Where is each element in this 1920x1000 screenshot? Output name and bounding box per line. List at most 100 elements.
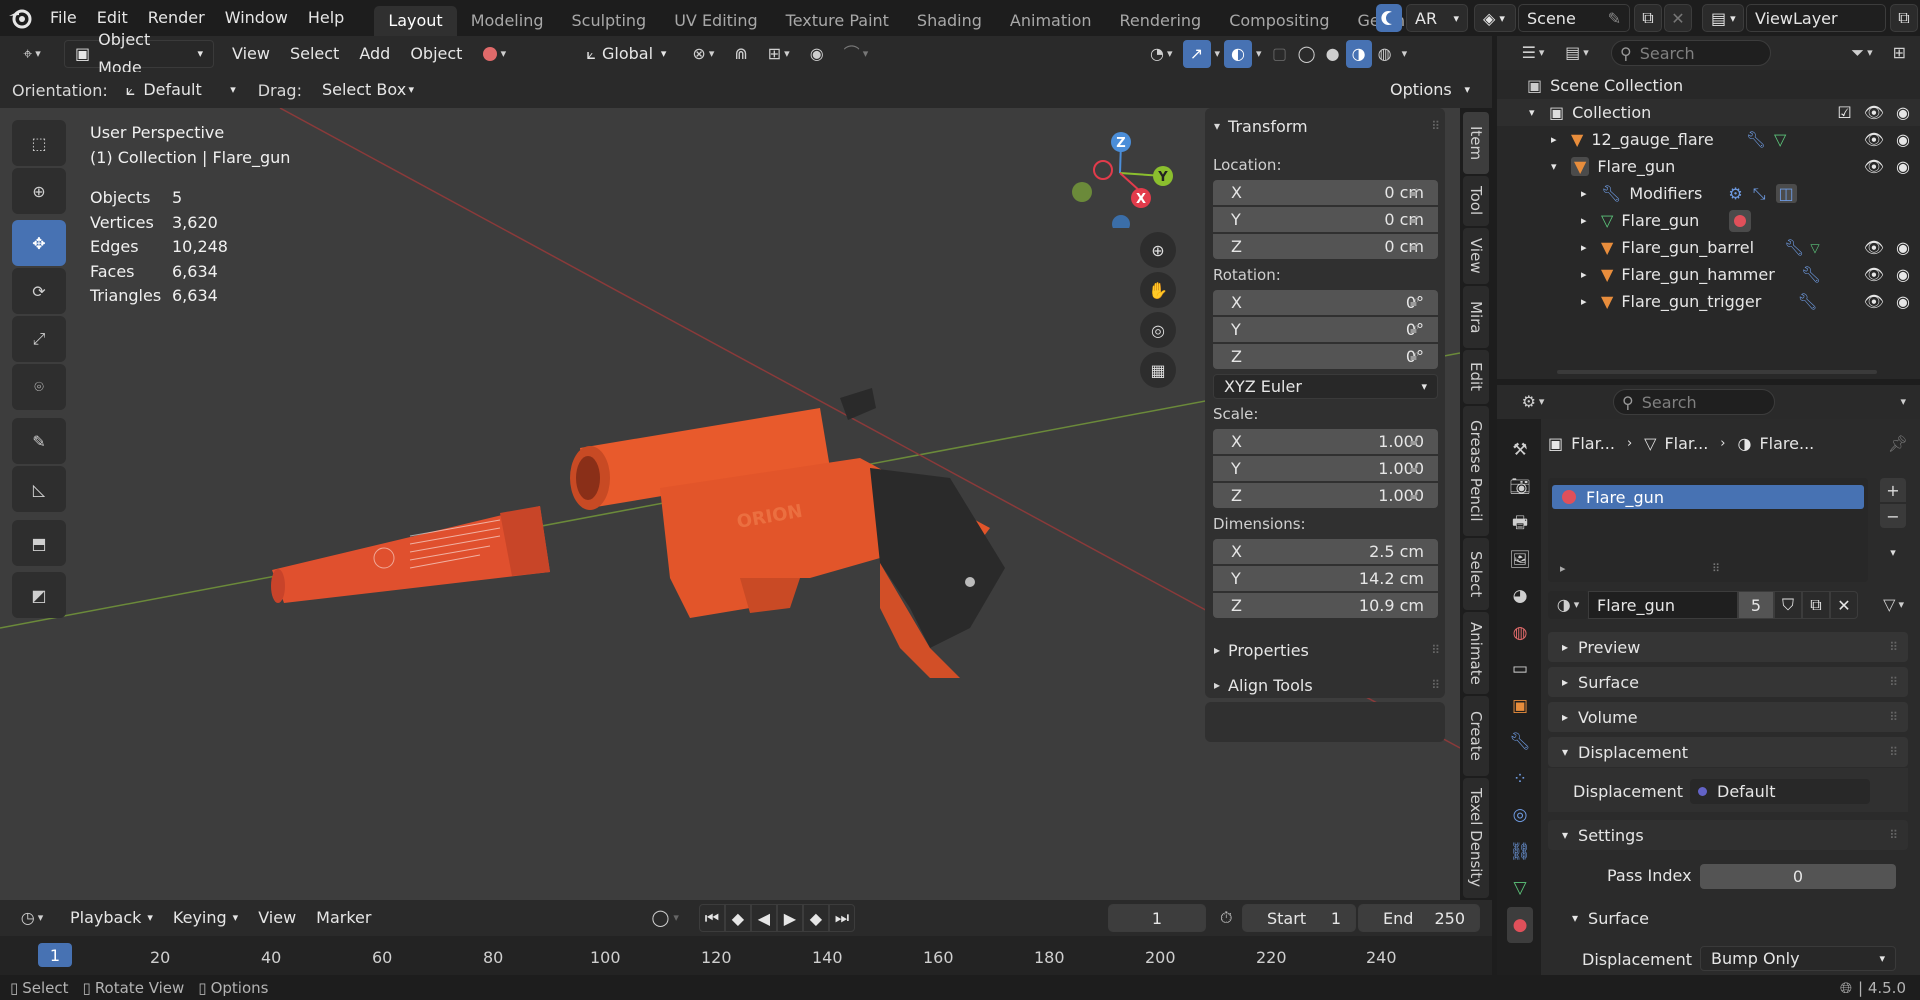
list-item[interactable]: ▸ ▽ Flare_gun	[1497, 207, 1920, 234]
lock-icon[interactable]: 🔓︎	[1410, 185, 1430, 201]
scale-tool[interactable]: ⤢	[12, 316, 66, 362]
fake-user-shield-icon[interactable]: ⛉	[1774, 591, 1802, 619]
constraints-icon[interactable]: ⛓︎	[1507, 834, 1533, 871]
list-item[interactable]: ▸ ▼ 12_gauge_flare 🔧︎ ▽ 👁︎ ◉	[1497, 126, 1920, 153]
snap-target-icon[interactable]: ▾	[472, 40, 516, 68]
list-item[interactable]: ▸ 🔧︎ Modifiers ⚙︎ ⤡ ◫	[1497, 180, 1920, 207]
eye-icon[interactable]: 👁︎	[1864, 130, 1884, 149]
object-icon[interactable]: ▣	[1507, 688, 1533, 725]
flare-gun-model[interactable]: ORION	[570, 388, 1005, 678]
tool-icon[interactable]: ⚒	[1507, 432, 1533, 469]
stopwatch-icon[interactable]: ⏱	[1210, 904, 1242, 932]
menu-playback[interactable]: Playback ▾	[60, 904, 163, 932]
scale-y-field[interactable]: Y 1.000	[1213, 456, 1438, 481]
properties-search-input[interactable]: ⚲ Search	[1613, 389, 1775, 415]
proportional-edit-icon[interactable]: ◉	[800, 40, 834, 68]
tab-sculpting[interactable]: Sculpting	[557, 6, 660, 36]
drag-handle-icon[interactable]: ⠿	[1431, 643, 1440, 657]
menu-object[interactable]: Object	[400, 40, 472, 68]
tab-shading[interactable]: Shading	[903, 6, 996, 36]
scale-z-field[interactable]: Z 1.000	[1213, 483, 1438, 508]
transform-tool[interactable]: ⌾	[12, 364, 66, 410]
subsection-surface[interactable]: ▾ Surface	[1572, 906, 1872, 930]
render-icon[interactable]: 📷︎	[1507, 469, 1533, 506]
physics-icon[interactable]: ◎	[1507, 797, 1533, 834]
display-mode-icon[interactable]: ▤ ▾	[1557, 39, 1597, 67]
tab-texture-paint[interactable]: Texture Paint	[772, 6, 903, 36]
list-item[interactable]: ▸ ▼ Flare_gun_barrel 🔧︎ ▽ 👁︎ ◉	[1497, 234, 1920, 261]
play-icon[interactable]: ▶	[776, 904, 803, 932]
lock-icon[interactable]: 🔓︎	[1410, 212, 1430, 228]
dimensions-z-field[interactable]: Z 10.9 cm	[1213, 593, 1438, 618]
particles-icon[interactable]: ⁘	[1507, 761, 1533, 798]
lock-icon[interactable]: 🔓︎	[1410, 239, 1430, 255]
tab-compositing[interactable]: Compositing	[1215, 6, 1343, 36]
checkbox-icon[interactable]: ☑	[1837, 103, 1851, 122]
material-preview-shading-icon[interactable]: ◑	[1345, 40, 1372, 68]
ar-dropdown[interactable]: AR ▾	[1406, 4, 1468, 32]
blender-logo-icon[interactable]	[0, 0, 40, 36]
duplicate-icon[interactable]: ⧉	[1802, 591, 1830, 619]
snap-increment-icon[interactable]: ⊞ ▾	[758, 40, 800, 68]
displacement-socket-field[interactable]: Default	[1690, 779, 1870, 804]
lock-icon[interactable]: 🔓︎	[1410, 488, 1430, 504]
rotation-y-field[interactable]: Y 0°	[1213, 317, 1438, 342]
scene-browse-icon[interactable]: ◈ ▾	[1474, 4, 1516, 32]
chevron-down-icon[interactable]: ▾	[1890, 388, 1916, 416]
section-displacement[interactable]: ▾ Displacement ⠿	[1548, 737, 1908, 767]
tab-tool[interactable]: Tool	[1463, 176, 1489, 226]
tab-texel-density[interactable]: Texel Density	[1463, 778, 1489, 898]
filter-funnel-icon[interactable]: ⏷ ▾	[1841, 39, 1882, 67]
menu-keying[interactable]: Keying ▾	[163, 904, 248, 932]
section-preview[interactable]: ▸ Preview ⠿	[1548, 632, 1908, 662]
section-settings[interactable]: ▾ Settings ⠿	[1548, 820, 1908, 850]
orientation-dropdown[interactable]: ⟀ Default ▾	[116, 76, 246, 104]
visibility-eye-icon[interactable]: ◔ ▾	[1140, 40, 1183, 68]
frame-ruler[interactable]: 1 20 40 60 80 100 120 140 160 180 200 22…	[0, 936, 1492, 975]
new-viewlayer-icon[interactable]: ⧉	[1890, 4, 1918, 32]
drag-handle-icon[interactable]: ⠿	[1889, 710, 1898, 724]
eye-icon[interactable]: 👁︎	[1864, 265, 1884, 284]
transform-orientation-dropdown[interactable]: ⟀ Global ▾	[576, 40, 676, 68]
jump-start-icon[interactable]: ⏮	[698, 904, 725, 932]
zoom-icon[interactable]: ⊕	[1140, 232, 1176, 268]
drag-handle-icon[interactable]: ⠿	[1889, 828, 1898, 842]
rotate-tool[interactable]: ⟳	[12, 268, 66, 314]
camera-icon[interactable]: ◉	[1896, 130, 1910, 149]
remove-slot-icon[interactable]: −	[1880, 504, 1906, 528]
drag-handle-icon[interactable]: ⠿	[1889, 745, 1898, 759]
camera-icon[interactable]: ◉	[1896, 292, 1910, 311]
eye-icon[interactable]: 👁︎	[1864, 103, 1884, 122]
options-dropdown[interactable]: Options ▾	[1380, 76, 1480, 104]
lock-icon[interactable]: 🔓︎	[1410, 434, 1430, 450]
tab-rendering[interactable]: Rendering	[1106, 6, 1216, 36]
viewlayer-name-field[interactable]: ViewLayer	[1746, 4, 1886, 32]
eye-icon[interactable]: 👁︎	[1864, 157, 1884, 176]
properties-editor-icon[interactable]: ⚙︎ ▾	[1513, 388, 1553, 416]
material-browse-icon[interactable]: ◑ ▾	[1548, 591, 1588, 619]
drag-handle-icon[interactable]: ⠿	[1431, 119, 1440, 133]
section-surface[interactable]: ▸ Surface ⠿	[1548, 667, 1908, 697]
collection-icon[interactable]: ▭	[1507, 651, 1533, 688]
viewlayer-browse-icon[interactable]: ▤ ▾	[1702, 4, 1744, 32]
extra-tool[interactable]: ◩	[12, 572, 66, 618]
eye-icon[interactable]: 👁︎	[1864, 238, 1884, 257]
tab-layout[interactable]: Layout	[374, 6, 457, 36]
material-name-field[interactable]: Flare_gun	[1588, 591, 1738, 619]
world-icon[interactable]: ◍	[1507, 615, 1533, 652]
flare-cartridge-model[interactable]	[271, 506, 550, 603]
chevron-down-icon[interactable]: ▾	[1880, 540, 1906, 564]
menu-marker[interactable]: Marker	[306, 904, 381, 932]
camera-icon[interactable]: ◉	[1896, 103, 1910, 122]
camera-icon[interactable]: ◉	[1896, 265, 1910, 284]
lock-icon[interactable]: 🔓︎	[1410, 461, 1430, 477]
drag-dropdown[interactable]: Select Box ▾	[312, 76, 424, 104]
new-collection-icon[interactable]: ⊞	[1883, 39, 1916, 67]
start-frame-field[interactable]: Start 1	[1242, 904, 1356, 932]
outliner-editor-icon[interactable]: ☰ ▾	[1513, 39, 1553, 67]
delete-scene-icon[interactable]: ✕	[1664, 4, 1692, 32]
tab-uv-editing[interactable]: UV Editing	[660, 6, 771, 36]
camera-icon[interactable]: ◉	[1896, 157, 1910, 176]
camera-icon[interactable]: ◉	[1896, 238, 1910, 257]
navigation-gizmo[interactable]: Z Y X	[1060, 118, 1180, 228]
